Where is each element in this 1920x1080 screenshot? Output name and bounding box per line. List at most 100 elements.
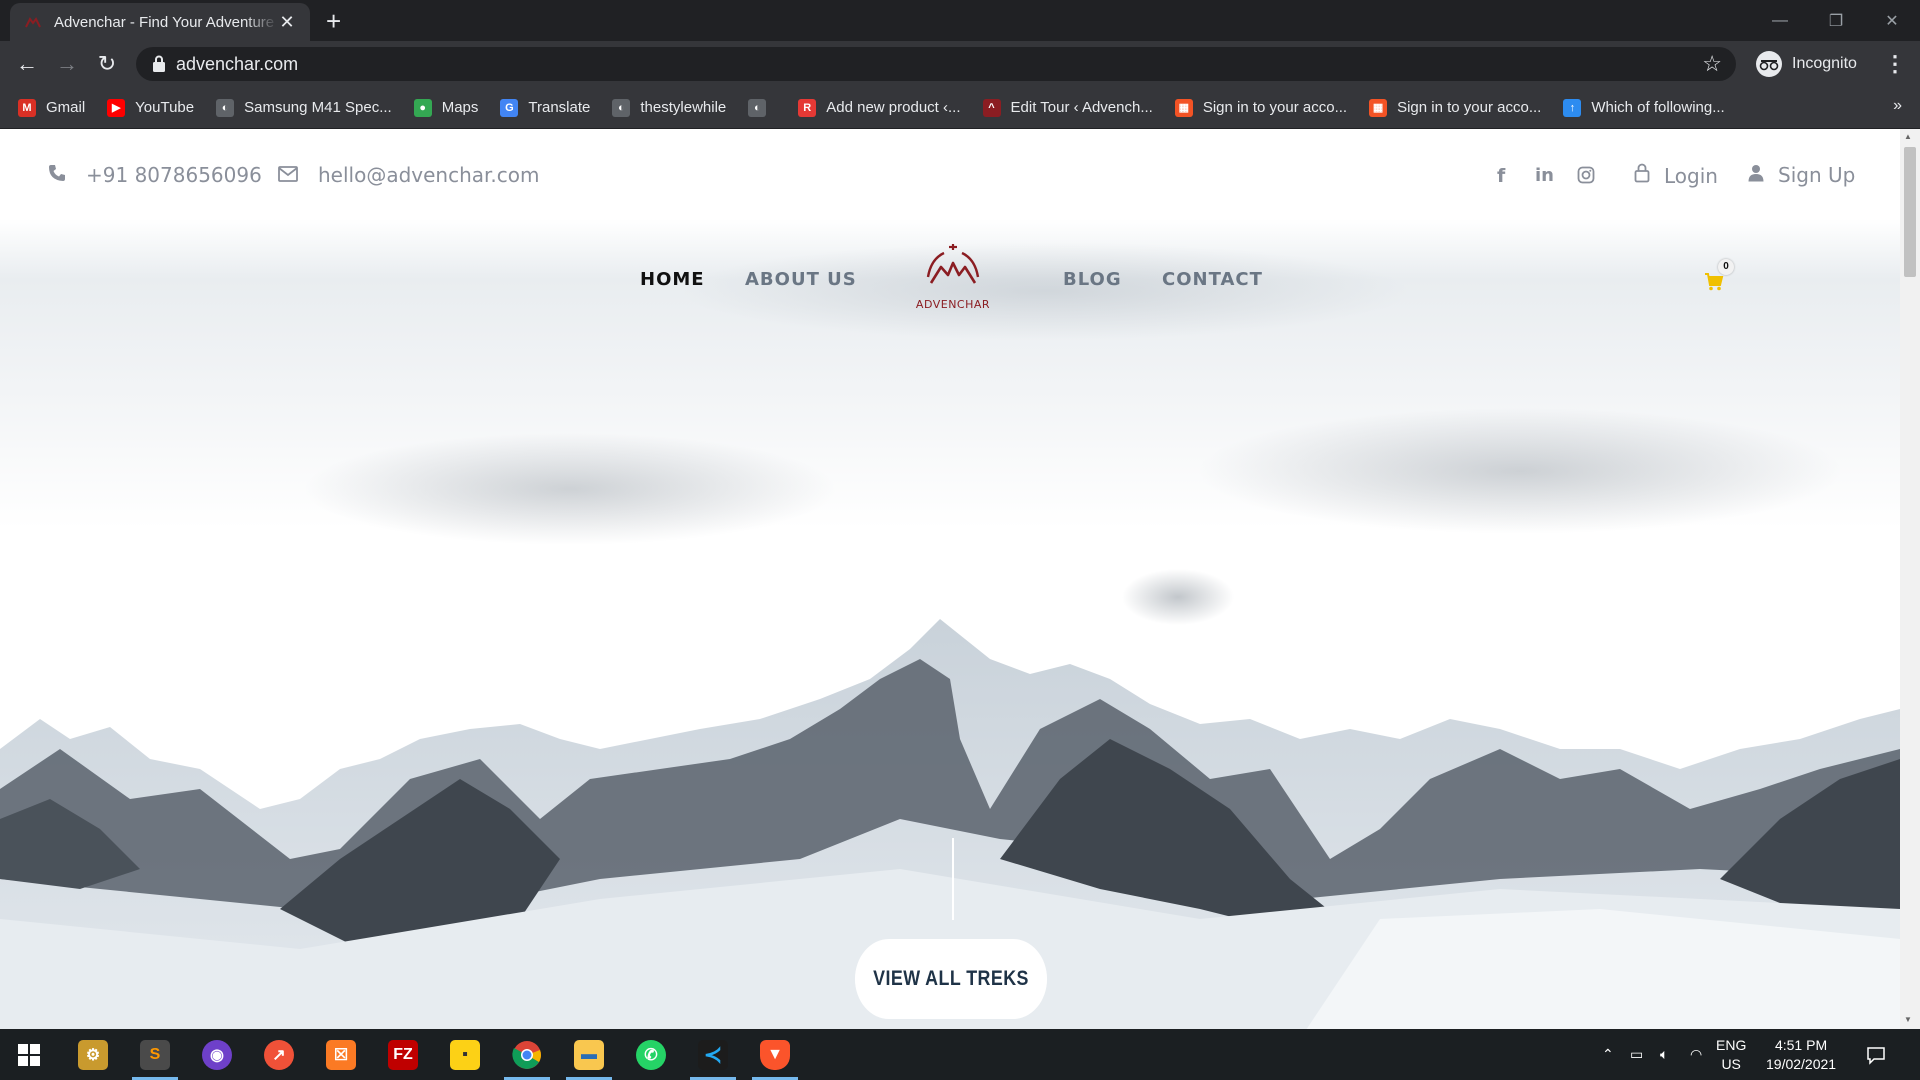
github-icon[interactable]: ◉ bbox=[188, 1029, 246, 1080]
vscode-icon[interactable]: ≺ bbox=[684, 1029, 742, 1080]
show-hidden-icons[interactable]: ⌃ bbox=[1602, 1029, 1614, 1080]
language-code: ENG bbox=[1716, 1037, 1747, 1053]
bookmarks-bar: M Gmail ▶ YouTube ◐ Samsung M41 Spec... ● Maps G… bbox=[0, 87, 1920, 129]
region-code: US bbox=[1721, 1056, 1741, 1072]
url-text[interactable]: advenchar.com bbox=[176, 54, 298, 75]
nav-contact[interactable]: CONTACT bbox=[1162, 269, 1263, 290]
nav-home[interactable]: HOME bbox=[640, 269, 705, 290]
swift-icon[interactable]: ↗ bbox=[250, 1029, 308, 1080]
back-icon[interactable]: ← bbox=[14, 51, 40, 77]
bookmark-label: Edit Tour ‹ Advench... bbox=[1010, 99, 1153, 116]
bookmark-star-icon[interactable]: ☆ bbox=[1702, 51, 1722, 77]
bookmark-item[interactable]: ▦ Sign in to your acco... bbox=[1174, 98, 1348, 117]
forward-icon[interactable]: → bbox=[54, 51, 80, 77]
scrollbar-thumb[interactable] bbox=[1904, 147, 1916, 277]
incognito-indicator[interactable]: Incognito bbox=[1756, 49, 1857, 79]
phone-contact[interactable]: +91 8078656096 bbox=[48, 163, 262, 187]
bookmark-item[interactable]: G Translate bbox=[500, 98, 591, 117]
reload-icon[interactable]: ↻ bbox=[94, 51, 120, 77]
filezilla-icon[interactable]: FZ bbox=[374, 1029, 432, 1080]
volume-icon[interactable]: 🔈︎ bbox=[1660, 1029, 1668, 1080]
language-indicator[interactable]: ENG US bbox=[1716, 1036, 1746, 1074]
notifications-icon[interactable] bbox=[1866, 1029, 1886, 1080]
site-top-bar: +91 8078656096 hello@advenchar.com f in … bbox=[0, 129, 1900, 219]
new-tab-button[interactable]: + bbox=[326, 8, 341, 34]
bookmarks-overflow-icon[interactable]: » bbox=[1893, 97, 1902, 115]
bookmark-label: Sign in to your acco... bbox=[1202, 99, 1348, 116]
bookmark-item[interactable]: ◐ bbox=[748, 98, 776, 117]
bookmark-item[interactable]: M Gmail bbox=[18, 98, 86, 117]
advenchar-logo-icon bbox=[926, 244, 980, 284]
incognito-icon bbox=[1756, 51, 1782, 77]
scroll-up-icon[interactable]: ▲ bbox=[1904, 132, 1912, 141]
file-explorer-icon[interactable]: ▬ bbox=[560, 1029, 618, 1080]
bookmark-label: Add new product ‹... bbox=[826, 99, 961, 116]
whatsapp-icon[interactable]: ✆ bbox=[622, 1029, 680, 1080]
nav-blog[interactable]: BLOG bbox=[1063, 269, 1122, 290]
globe-icon: ◐ bbox=[748, 98, 767, 117]
scroll-indicator-line bbox=[952, 838, 954, 920]
clock-time: 4:51 PM bbox=[1774, 1037, 1828, 1053]
mail-icon bbox=[278, 163, 298, 187]
windows-taskbar: ⚙ S ◉ ↗ ☒ FZ ▪ ▬ ✆ ≺ ▼ ⌃ ▭ 🔈︎ ◠ ENG US 4… bbox=[0, 1029, 1920, 1080]
signup-label[interactable]: Sign Up bbox=[1778, 163, 1855, 187]
bookmark-item[interactable]: ↑ Which of following... bbox=[1563, 98, 1725, 117]
bookmark-item[interactable]: ● Maps bbox=[413, 98, 478, 117]
chrome-icon[interactable] bbox=[498, 1029, 556, 1080]
bookmark-item[interactable]: ▶ YouTube bbox=[107, 98, 195, 117]
browser-toolbar: ← → ↻ advenchar.com ☆ Incognito ⋮ bbox=[0, 41, 1920, 87]
site-logo[interactable]: ADVENCHAR bbox=[908, 241, 998, 311]
start-icon[interactable] bbox=[0, 1029, 58, 1080]
translate-icon: G bbox=[500, 98, 519, 117]
scroll-down-icon[interactable]: ▼ bbox=[1904, 1015, 1912, 1024]
minimize-icon[interactable]: — bbox=[1752, 0, 1808, 41]
page-scrollbar[interactable]: ▲ ▼ bbox=[1900, 129, 1920, 1029]
bookmark-item[interactable]: ◐ Samsung M41 Spec... bbox=[216, 98, 392, 117]
bookmark-item[interactable]: ◐ thestylewhile bbox=[612, 98, 727, 117]
bookmark-label: YouTube bbox=[135, 99, 195, 116]
lock-icon[interactable] bbox=[152, 55, 166, 78]
lock-outline-icon bbox=[1634, 163, 1650, 188]
facebook-icon[interactable]: f bbox=[1497, 165, 1505, 187]
bookmark-item[interactable]: ▦ Sign in to your acco... bbox=[1369, 98, 1541, 117]
linkedin-icon[interactable]: in bbox=[1535, 165, 1554, 186]
brave-icon[interactable]: ▼ bbox=[746, 1029, 804, 1080]
xampp-icon[interactable]: ☒ bbox=[312, 1029, 370, 1080]
upload-icon: ↑ bbox=[1563, 98, 1582, 117]
bookmark-label: Samsung M41 Spec... bbox=[244, 99, 392, 116]
gmail-icon: M bbox=[18, 98, 36, 117]
advenchar-icon: ^ bbox=[982, 98, 1001, 117]
phone-number[interactable]: +91 8078656096 bbox=[86, 163, 262, 187]
sublime-icon[interactable]: S bbox=[126, 1029, 184, 1080]
maps-icon: ● bbox=[413, 98, 432, 117]
address-bar[interactable]: advenchar.com ☆ bbox=[136, 47, 1736, 81]
tab-close-icon[interactable]: ✕ bbox=[278, 12, 296, 33]
nav-about-us[interactable]: ABOUT US bbox=[745, 269, 857, 290]
app-icon[interactable]: ⚙ bbox=[64, 1029, 122, 1080]
browser-tab-strip: Advenchar - Find Your Adventure ✕ + — ❐ … bbox=[0, 0, 1920, 41]
microsoft-icon: ▦ bbox=[1174, 98, 1193, 117]
sticky-notes-icon[interactable]: ▪ bbox=[436, 1029, 494, 1080]
user-icon bbox=[1748, 163, 1764, 187]
system-clock[interactable]: 4:51 PM 19/02/2021 bbox=[1766, 1036, 1836, 1074]
restore-icon[interactable]: ❐ bbox=[1808, 0, 1864, 41]
wifi-icon[interactable]: ◠ bbox=[1690, 1029, 1702, 1080]
login-link[interactable]: Login bbox=[1634, 163, 1718, 188]
bookmark-item[interactable]: R Add new product ‹... bbox=[798, 98, 961, 117]
bookmark-item[interactable]: ^ Edit Tour ‹ Advench... bbox=[982, 98, 1153, 117]
cart-button[interactable]: 0 bbox=[1704, 259, 1734, 297]
email-contact[interactable]: hello@advenchar.com bbox=[278, 163, 539, 187]
bookmark-label: thestylewhile bbox=[640, 99, 727, 116]
signup-link[interactable]: Sign Up bbox=[1748, 163, 1855, 187]
login-label[interactable]: Login bbox=[1664, 164, 1718, 188]
instagram-icon[interactable] bbox=[1577, 165, 1595, 189]
logo-text: ADVENCHAR bbox=[915, 298, 991, 311]
bookmark-label: Translate bbox=[528, 99, 591, 116]
bookmark-label: Gmail bbox=[46, 99, 86, 116]
close-window-icon[interactable]: ✕ bbox=[1864, 0, 1920, 41]
browser-menu-icon[interactable]: ⋮ bbox=[1884, 51, 1906, 77]
email-address[interactable]: hello@advenchar.com bbox=[318, 163, 539, 187]
battery-icon[interactable]: ▭ bbox=[1630, 1029, 1643, 1080]
view-all-treks-button[interactable]: VIEW ALL TREKS bbox=[854, 939, 1048, 1019]
browser-tab[interactable]: Advenchar - Find Your Adventure ✕ bbox=[10, 3, 310, 41]
